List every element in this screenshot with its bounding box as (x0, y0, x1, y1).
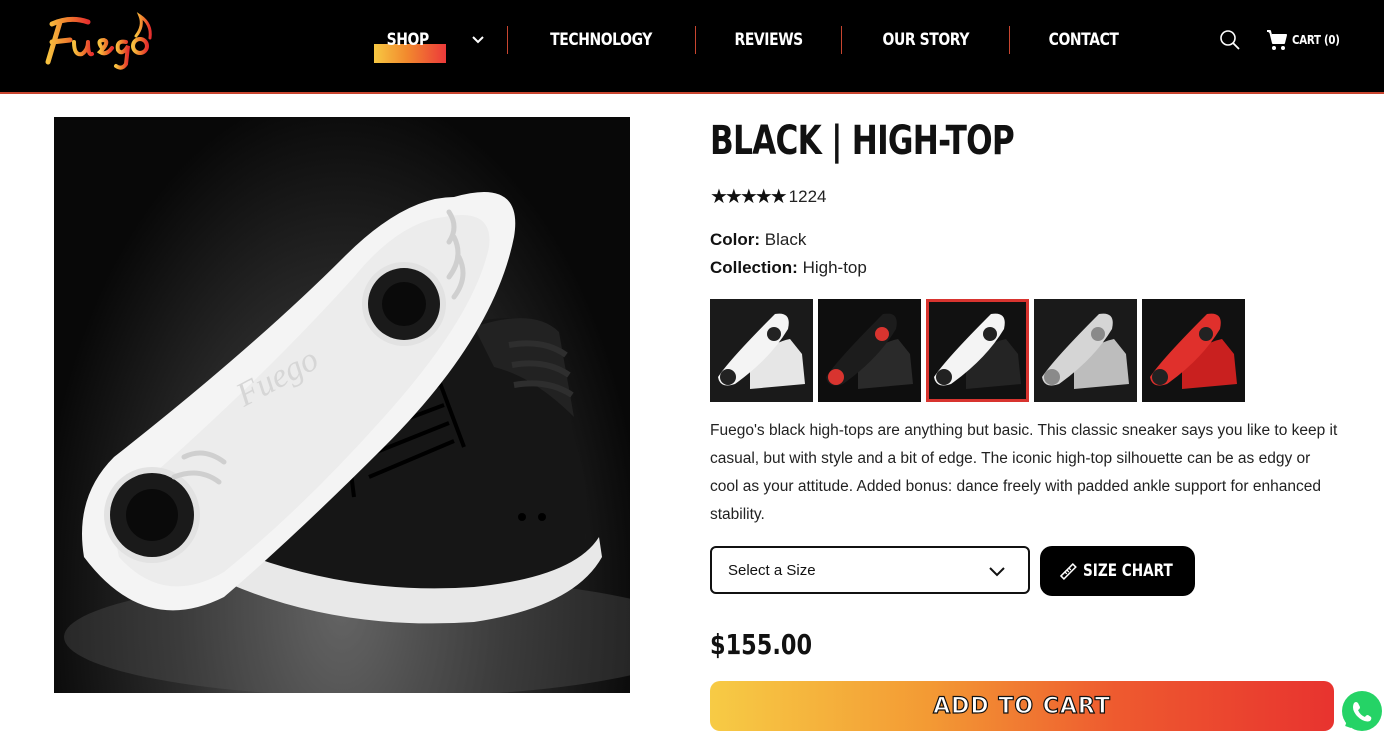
add-to-cart-button[interactable]: ADD TO CART (710, 681, 1334, 731)
swatch-silver[interactable] (1034, 299, 1137, 402)
nav-divider (1009, 26, 1011, 54)
rating-stars: ★★★★★ (710, 186, 788, 208)
review-count: 1224 (788, 187, 827, 206)
collection-attribute: Collection: High-top (710, 258, 867, 278)
swatch-black-red[interactable] (818, 299, 921, 402)
nav-divider (507, 26, 509, 54)
chevron-down-icon (989, 567, 1005, 577)
product-rating[interactable]: ★★★★★ 1224 (710, 187, 826, 207)
product-main-image[interactable]: Fuego (54, 117, 630, 693)
color-label: Color: (710, 230, 761, 249)
product-description: Fuego's black high-tops are anything but… (710, 422, 1338, 523)
size-chart-button[interactable]: SIZE CHART (1040, 546, 1195, 596)
color-value: Black (764, 230, 807, 249)
product-price: $155.00 (710, 628, 813, 661)
nav-item-reviews[interactable]: REVIEWS (709, 25, 828, 55)
ruler-icon (1059, 563, 1077, 580)
fuego-logo[interactable] (40, 12, 156, 70)
nav-item-shop[interactable]: SHOP (374, 25, 442, 55)
size-select-value: Select a Size (728, 561, 816, 579)
cart-icon (1267, 30, 1287, 50)
cart-label: CART (0) (1292, 33, 1340, 47)
swatch-red[interactable] (1142, 299, 1245, 402)
search-icon[interactable] (1219, 29, 1241, 51)
nav-item-contact[interactable]: CONTACT (1024, 25, 1145, 55)
color-attribute: Color: Black (710, 230, 806, 250)
cart-button[interactable]: CART (0) (1265, 28, 1348, 52)
color-swatches (710, 299, 1245, 402)
whatsapp-icon[interactable] (1340, 689, 1384, 733)
main-nav: SHOP TECHNOLOGY REVIEWS OUR STORY CONTAC… (366, 25, 1158, 63)
nav-item-technology[interactable]: TECHNOLOGY (525, 25, 678, 55)
product-title: BLACK | HIGH-TOP (710, 118, 1015, 164)
add-to-cart-label: ADD TO CART (933, 693, 1111, 719)
size-select[interactable]: Select a Size (710, 546, 1030, 594)
nav-divider (840, 26, 842, 54)
nav-item-our-story[interactable]: OUR STORY (857, 25, 994, 55)
swatch-white[interactable] (710, 299, 813, 402)
nav-shop[interactable]: SHOP (366, 25, 507, 63)
size-chart-label: SIZE CHART (1082, 561, 1173, 581)
site-header: SHOP TECHNOLOGY REVIEWS OUR STORY CONTAC… (0, 0, 1384, 94)
collection-label: Collection: (710, 258, 798, 277)
collection-value: High-top (802, 258, 867, 277)
nav-divider (694, 26, 696, 54)
swatch-black[interactable] (926, 299, 1029, 402)
chevron-down-icon[interactable] (471, 33, 485, 47)
sneaker-illustration: Fuego (64, 192, 630, 693)
